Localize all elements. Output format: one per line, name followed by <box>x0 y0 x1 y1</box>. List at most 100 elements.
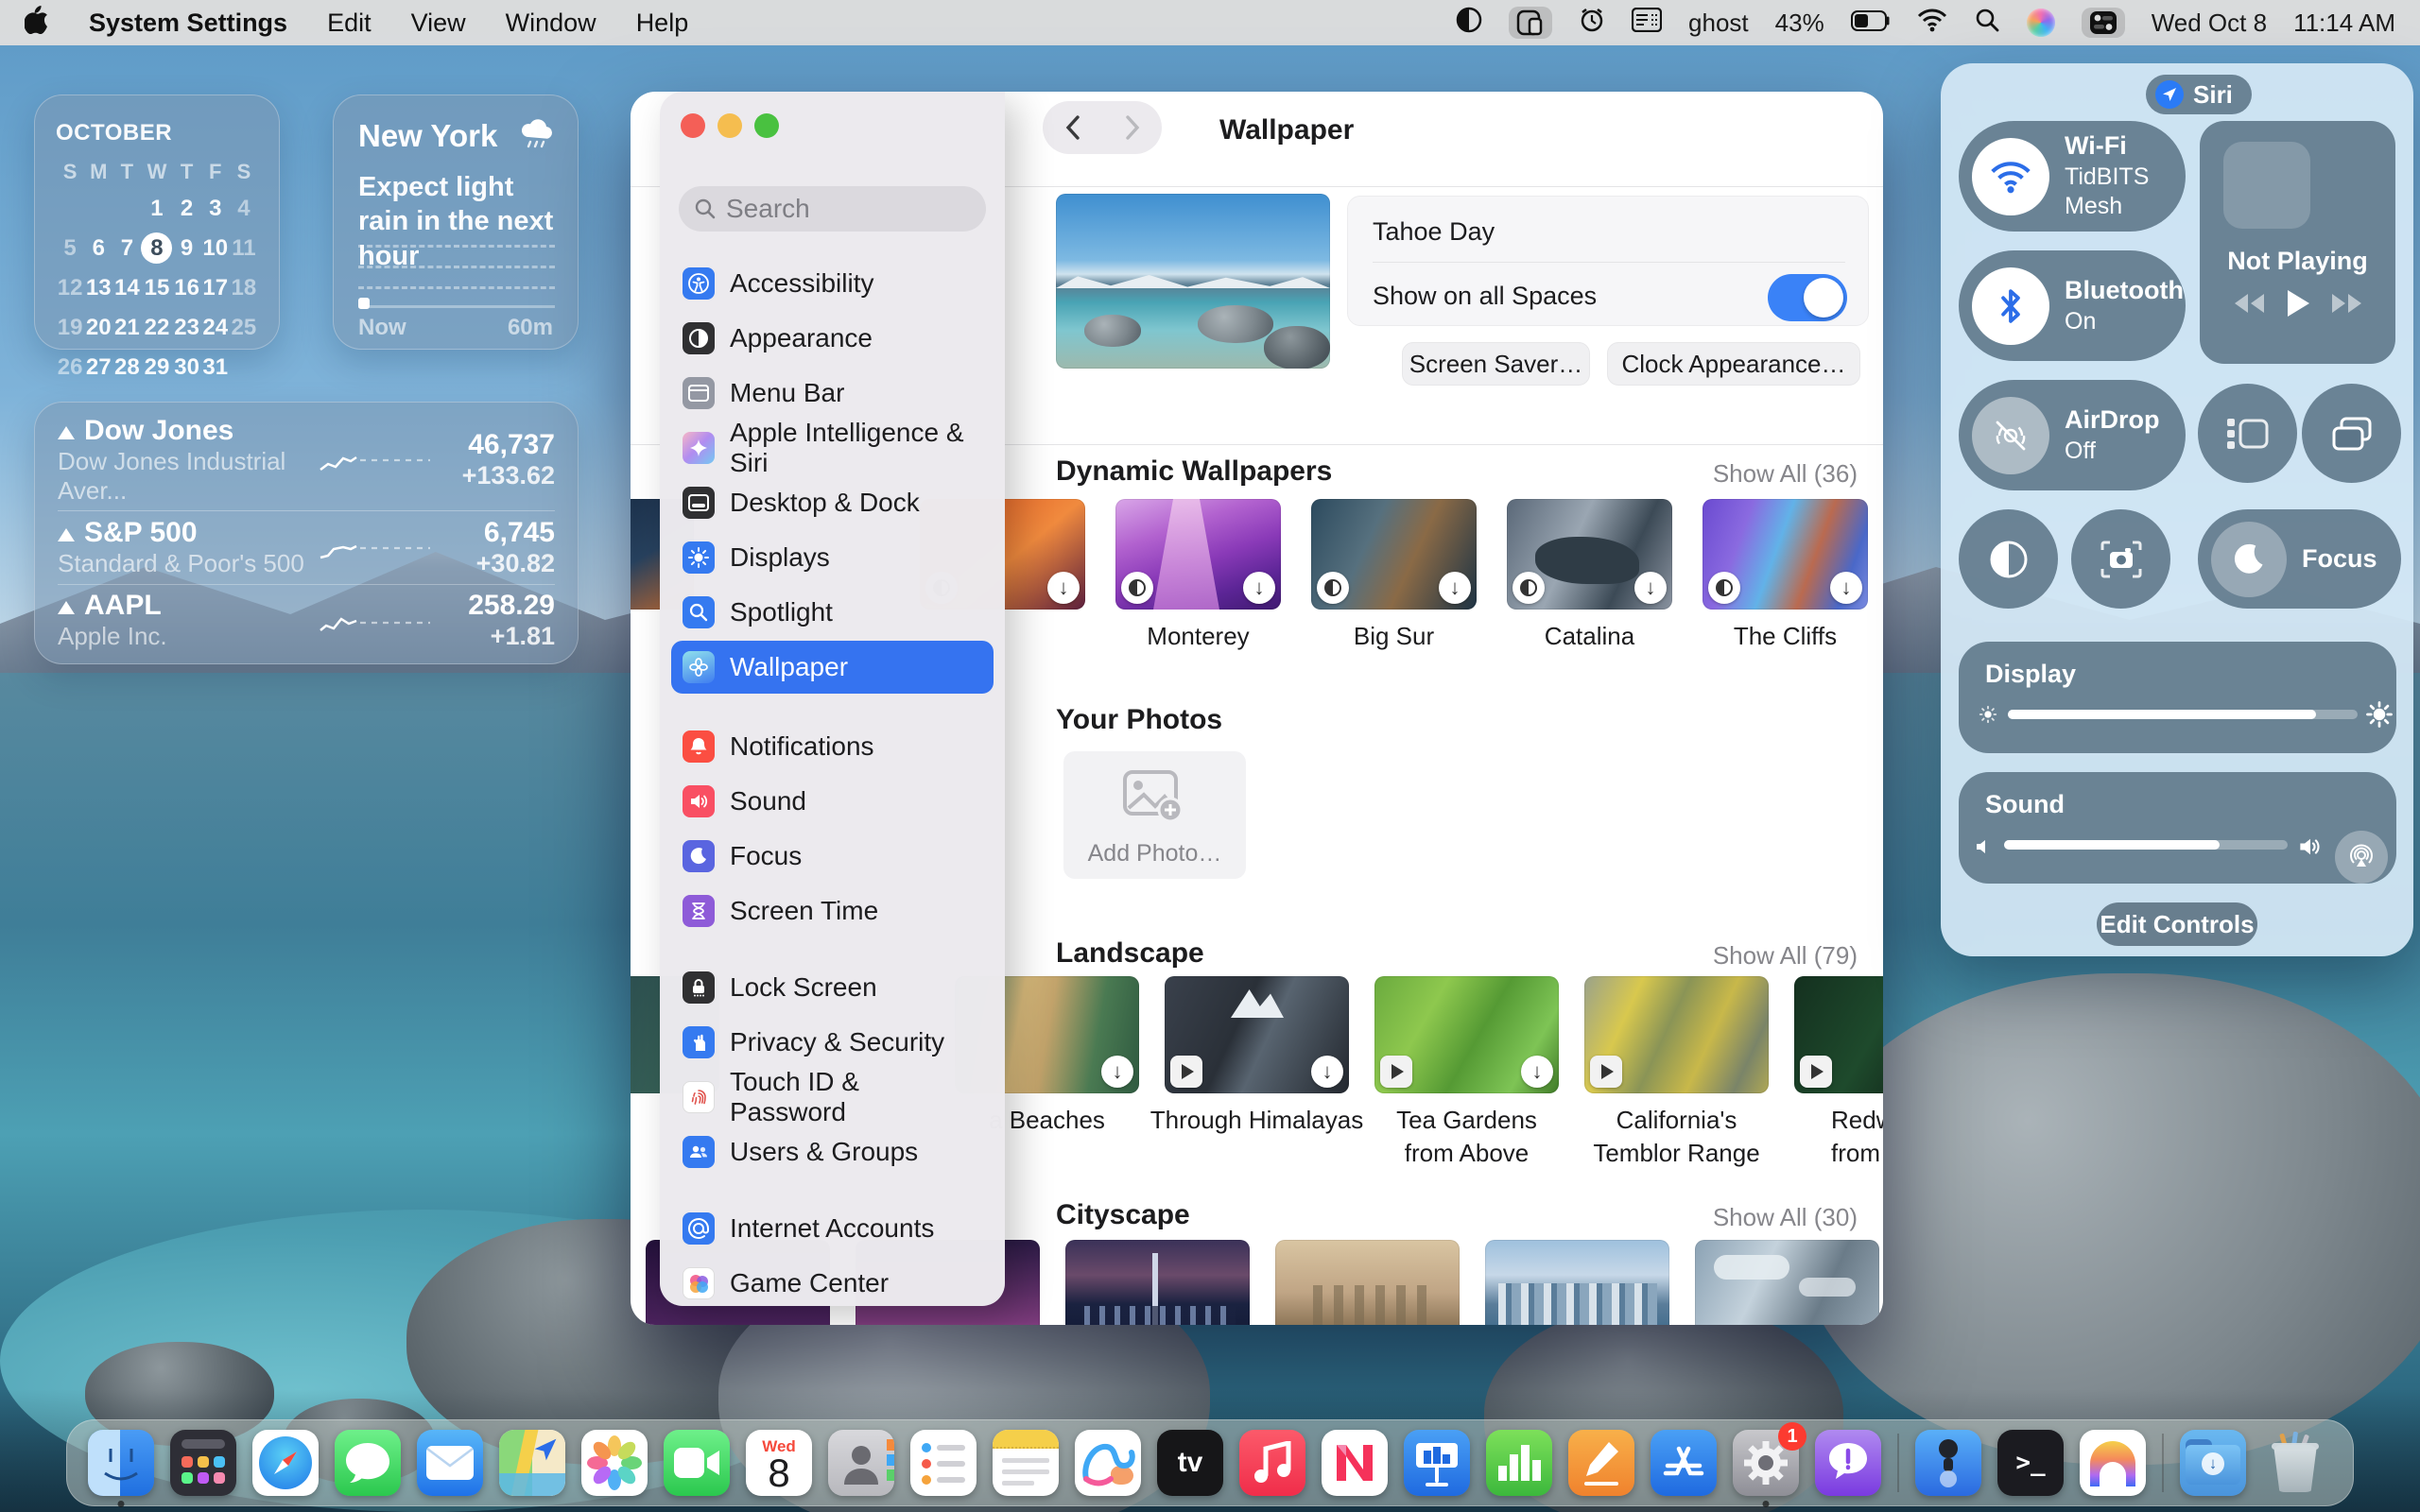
screen-mirroring-button[interactable] <box>2302 384 2401 483</box>
dynamic-thumb-catalina[interactable]: ↓ <box>1507 499 1672 610</box>
download-icon[interactable]: ↓ <box>1047 572 1080 604</box>
wifi-circle-icon[interactable] <box>1972 138 2049 215</box>
dock-facetime-icon[interactable] <box>664 1430 730 1496</box>
dock-pages-icon[interactable] <box>1568 1430 1634 1496</box>
dock-notes-icon[interactable] <box>993 1430 1059 1496</box>
dock-news-icon[interactable] <box>1322 1430 1388 1496</box>
battery-icon[interactable] <box>1851 9 1891 38</box>
forward-icon[interactable] <box>1124 114 1141 141</box>
sidebar-item-desktop-dock[interactable]: Desktop & Dock <box>671 476 994 529</box>
bluetooth-tile[interactable]: Bluetooth On <box>1959 250 2186 361</box>
menu-window[interactable]: Window <box>506 9 596 38</box>
current-wallpaper-thumbnail[interactable] <box>1056 194 1330 369</box>
sidebar-item-accessibility[interactable]: Accessibility <box>671 257 994 310</box>
dock-audio-app-icon[interactable] <box>1915 1430 1981 1496</box>
sidebar-item-notifications[interactable]: Notifications <box>671 720 994 773</box>
dock-numbers-icon[interactable] <box>1486 1430 1552 1496</box>
wifi-tile[interactable]: Wi-Fi TidBITS Mesh <box>1959 121 2186 232</box>
dock-music-icon[interactable] <box>1239 1430 1305 1496</box>
dock-downloads-folder-icon[interactable]: ↓ <box>2180 1430 2246 1496</box>
bluetooth-circle-icon[interactable] <box>1972 267 2049 345</box>
landscape-thumb-tea-gardens[interactable]: ↓ <box>1374 976 1559 1093</box>
keyboard-menu-icon[interactable] <box>1632 8 1662 39</box>
show-on-all-spaces-toggle[interactable] <box>1768 274 1847 321</box>
dock-freeform-icon[interactable] <box>1075 1430 1141 1496</box>
play-icon[interactable] <box>2286 289 2310 318</box>
sidebar-item-internet-accounts[interactable]: Internet Accounts <box>671 1202 994 1255</box>
menubar-app-name[interactable]: System Settings <box>89 9 287 38</box>
download-icon[interactable]: ↓ <box>1830 572 1862 604</box>
add-photo-card[interactable]: Add Photo… <box>1063 751 1246 879</box>
dock-apps-icon[interactable] <box>170 1430 236 1496</box>
cityscape-thumb-aerial[interactable] <box>1695 1240 1879 1325</box>
dock-app-store-icon[interactable] <box>1651 1430 1717 1496</box>
landscape-thumb-temblor[interactable] <box>1584 976 1769 1093</box>
back-icon[interactable] <box>1064 114 1081 141</box>
siri-icon[interactable] <box>2027 9 2055 37</box>
download-icon[interactable]: ↓ <box>1311 1056 1343 1088</box>
close-button[interactable] <box>681 113 705 138</box>
airplay-audio-button[interactable] <box>2335 831 2388 884</box>
sidebar-item-spotlight[interactable]: Spotlight <box>671 586 994 639</box>
download-icon[interactable]: ↓ <box>1521 1056 1553 1088</box>
control-center-icon[interactable] <box>2082 8 2125 38</box>
alarm-clock-icon[interactable] <box>1579 7 1605 40</box>
dock-finder-icon[interactable] <box>88 1430 154 1496</box>
dock-terminal-icon[interactable]: >_ <box>1997 1430 2064 1496</box>
zoom-button[interactable] <box>754 113 779 138</box>
sidebar-item-apple-intelligence[interactable]: Apple Intelligence & Siri <box>671 421 994 474</box>
dock-mail-icon[interactable] <box>417 1430 483 1496</box>
landscape-thumb-redwood[interactable] <box>1794 976 1883 1093</box>
wifi-icon[interactable] <box>1917 8 1947 39</box>
dock-maps-icon[interactable] <box>499 1430 565 1496</box>
spotlight-search-icon[interactable] <box>1974 7 2000 40</box>
siri-chip[interactable]: Siri <box>2146 75 2252 114</box>
landscape-show-all-link[interactable]: Show All (79) <box>1689 941 1858 971</box>
dock-system-settings-icon[interactable]: 1 <box>1733 1430 1799 1496</box>
sidebar-item-users-groups[interactable]: Users & Groups <box>671 1125 994 1178</box>
dock-messages-icon[interactable] <box>335 1430 401 1496</box>
edit-controls-button[interactable]: Edit Controls <box>2097 902 2257 946</box>
cityscape-thumb-hazy[interactable] <box>1275 1240 1460 1325</box>
screen-saver-button[interactable]: Screen Saver… <box>1402 342 1590 386</box>
stocks-widget[interactable]: Dow Jones Dow Jones Industrial Aver... 4… <box>34 402 579 664</box>
apple-menu-icon[interactable] <box>25 6 49 41</box>
dock-calendar-icon[interactable]: Wed 8 <box>746 1430 812 1496</box>
sidebar-item-game-center[interactable]: Game Center <box>671 1257 994 1310</box>
dock-photos-icon[interactable] <box>581 1430 648 1496</box>
dock-safari-icon[interactable] <box>252 1430 319 1496</box>
weather-widget[interactable]: New York Expect light rain in the next h… <box>333 94 579 350</box>
download-icon[interactable]: ↓ <box>1243 572 1275 604</box>
airdrop-tile[interactable]: AirDrop Off <box>1959 380 2186 490</box>
sidebar-item-touch-id[interactable]: Touch ID & Password <box>671 1071 994 1124</box>
sidebar-item-lock-screen[interactable]: Lock Screen <box>671 961 994 1014</box>
stage-manager-button[interactable] <box>2198 384 2297 483</box>
screenshot-button[interactable] <box>2071 509 2170 609</box>
sidebar-item-wallpaper[interactable]: Wallpaper <box>671 641 994 694</box>
menubar-date[interactable]: Wed Oct 8 <box>2152 9 2267 38</box>
iphone-mirroring-icon[interactable] <box>1509 7 1552 39</box>
sidebar-item-privacy-security[interactable]: Privacy & Security <box>671 1016 994 1069</box>
sidebar-item-displays[interactable]: Displays <box>671 531 994 584</box>
download-icon[interactable]: ↓ <box>1101 1056 1133 1088</box>
download-icon[interactable]: ↓ <box>1439 572 1471 604</box>
fast-forward-icon[interactable] <box>2331 292 2363 315</box>
ghost-app-indicator[interactable]: ghost <box>1688 9 1749 38</box>
rewind-icon[interactable] <box>2233 292 2265 315</box>
clock-appearance-button[interactable]: Clock Appearance… <box>1607 342 1860 386</box>
dynamic-show-all-link[interactable]: Show All (36) <box>1689 459 1858 489</box>
dock-reminders-icon[interactable] <box>910 1430 977 1496</box>
menu-edit[interactable]: Edit <box>327 9 372 38</box>
sidebar-item-appearance[interactable]: Appearance <box>671 312 994 365</box>
search-input[interactable]: Search <box>679 186 986 232</box>
calendar-widget[interactable]: OCTOBER SMTWTFS1234567891011121314151617… <box>34 94 280 350</box>
dock-tv-icon[interactable]: tv <box>1157 1430 1223 1496</box>
dynamic-thumb-the-cliffs[interactable]: ↓ <box>1703 499 1868 610</box>
dynamic-thumb-big-sur[interactable]: ↓ <box>1311 499 1477 610</box>
sidebar-item-focus[interactable]: Focus <box>671 830 994 883</box>
download-icon[interactable]: ↓ <box>1634 572 1667 604</box>
display-brightness-slider[interactable] <box>2008 710 2358 719</box>
stock-row[interactable]: Dow Jones Dow Jones Industrial Aver... 4… <box>58 415 555 506</box>
landscape-thumb-himalayas[interactable]: ↓ <box>1165 976 1349 1093</box>
dock-weather-sky-app-icon[interactable] <box>2080 1430 2146 1496</box>
